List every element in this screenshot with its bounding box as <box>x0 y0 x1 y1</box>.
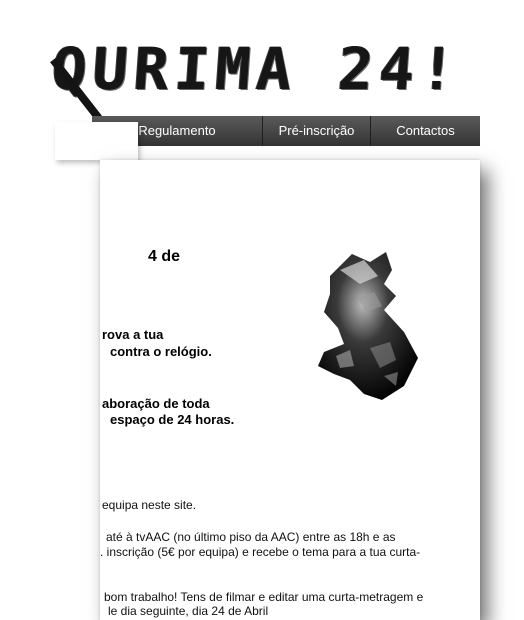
nav-item-pre-inscricao[interactable]: Pré-inscrição <box>262 116 370 146</box>
overlapping-panel-corner <box>55 122 138 160</box>
nav-item-contactos[interactable]: Contactos <box>370 116 480 146</box>
page-heading: 4 de <box>148 248 181 265</box>
body-line: . inscrição (5€ por equipa) e recebe o t… <box>100 545 421 559</box>
challenge-line: espaço de 24 horas. <box>110 412 235 427</box>
body-line: até à tvAAC (no último piso da AAC) entr… <box>106 530 396 544</box>
site-logo[interactable]: QURIMA 24! <box>50 35 464 103</box>
body-line: bom trabalho! Tens de filmar e editar um… <box>104 590 424 604</box>
body-line: le dia seguinte, dia 24 de Abril <box>108 604 269 618</box>
intro-line: contra o relógio. <box>110 344 212 359</box>
challenge-line: aboração de toda <box>102 396 210 411</box>
main-nav: Regulamento Pré-inscrição Contactos <box>92 116 480 146</box>
intro-line: rova a tua <box>102 327 164 342</box>
body-line: equipa neste site. <box>102 498 197 512</box>
crumpled-foil-icon <box>318 252 418 400</box>
